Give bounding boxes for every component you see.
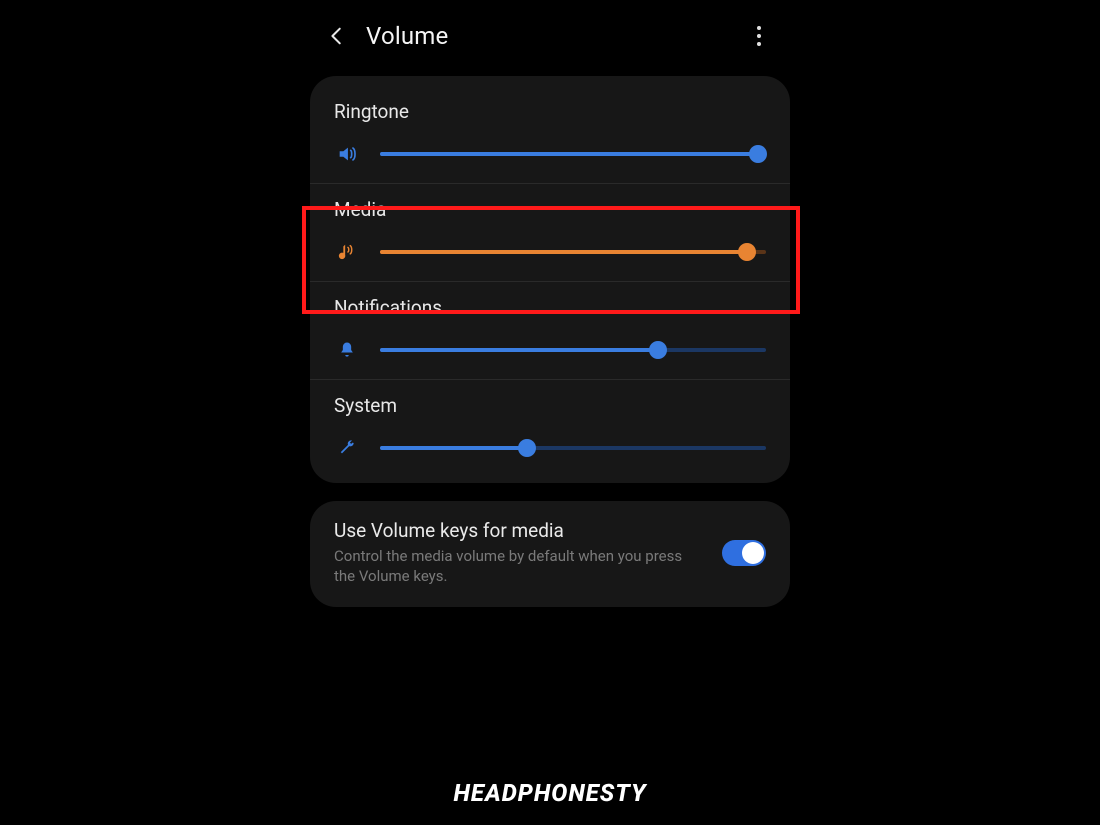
media-slider[interactable] — [380, 242, 766, 262]
music-note-icon — [334, 239, 360, 265]
volume-sliders-card: Ringtone Media — [310, 76, 790, 483]
page-title: Volume — [366, 22, 746, 50]
header-bar: Volume — [300, 0, 800, 72]
notifications-label: Notifications — [334, 296, 766, 319]
wrench-icon — [334, 435, 360, 461]
volume-keys-toggle[interactable] — [722, 540, 766, 566]
watermark-text: HEADPHONESTY — [0, 779, 1100, 807]
ringtone-row: Ringtone — [310, 86, 790, 183]
system-label: System — [334, 394, 766, 417]
system-slider[interactable] — [380, 438, 766, 458]
volume-settings-screen: Volume Ringtone — [300, 0, 800, 770]
dot-icon — [757, 26, 761, 30]
notifications-row: Notifications — [310, 281, 790, 379]
notifications-slider[interactable] — [380, 340, 766, 360]
media-row: Media — [310, 183, 790, 281]
ringtone-slider[interactable] — [380, 144, 766, 164]
dot-icon — [757, 34, 761, 38]
chevron-left-icon — [326, 25, 348, 47]
bell-icon — [334, 337, 360, 363]
option-title: Use Volume keys for media — [334, 519, 706, 542]
dot-icon — [757, 42, 761, 46]
system-row: System — [310, 379, 790, 477]
ringtone-label: Ringtone — [334, 100, 766, 123]
toggle-knob — [742, 542, 764, 564]
back-button[interactable] — [324, 23, 350, 49]
volume-keys-option[interactable]: Use Volume keys for media Control the me… — [310, 501, 790, 607]
option-text: Use Volume keys for media Control the me… — [334, 519, 722, 587]
option-subtitle: Control the media volume by default when… — [334, 546, 706, 587]
more-options-button[interactable] — [746, 23, 772, 49]
media-label: Media — [334, 198, 766, 221]
speaker-icon — [334, 141, 360, 167]
